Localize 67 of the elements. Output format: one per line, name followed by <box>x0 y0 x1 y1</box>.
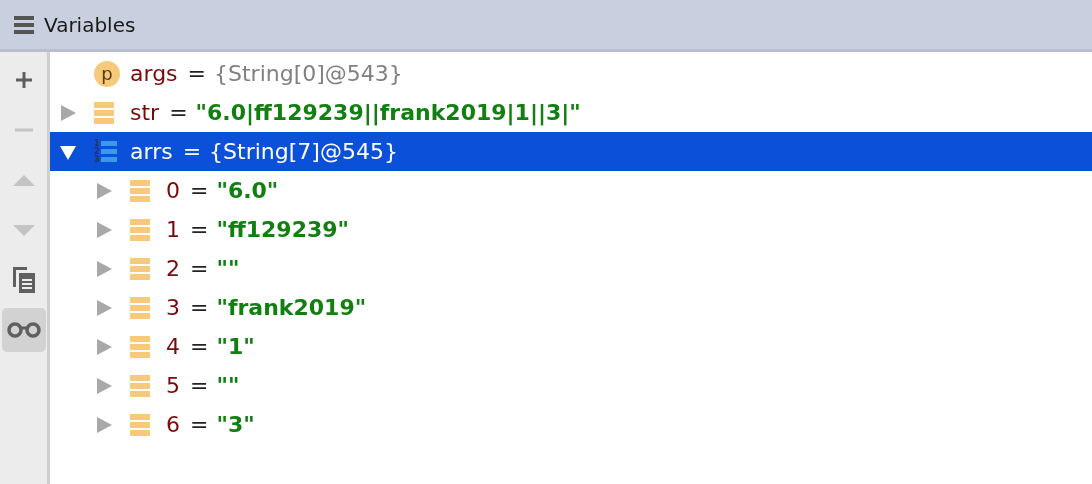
equals-sign: = <box>190 333 209 361</box>
variable-name: args <box>130 60 178 88</box>
remove-icon <box>14 128 33 132</box>
expand-arrow-icon[interactable] <box>60 104 76 121</box>
variable-value: "6.0" <box>216 177 279 205</box>
variable-value: "" <box>216 372 240 400</box>
variable-name: arrs <box>130 138 173 166</box>
variable-row[interactable]: 3 = "frank2019" <box>50 288 1092 327</box>
variable-row[interactable]: 5 = "" <box>50 366 1092 405</box>
variable-row[interactable]: 4 = "1" <box>50 327 1092 366</box>
variable-name: 0 <box>166 177 180 205</box>
variable-row[interactable]: 1 = "ff129239" <box>50 210 1092 249</box>
collapse-arrow-icon[interactable] <box>60 143 76 160</box>
equals-sign: = <box>190 411 209 439</box>
equals-sign: = <box>169 99 188 127</box>
equals-sign: = <box>190 372 209 400</box>
variable-name: 3 <box>166 294 180 322</box>
expand-arrow-icon[interactable] <box>96 299 112 316</box>
expand-arrow-icon[interactable] <box>96 338 112 355</box>
variable-row[interactable]: 2 = "" <box>50 249 1092 288</box>
variable-name: 6 <box>166 411 180 439</box>
up-icon <box>12 174 35 186</box>
field-icon <box>130 335 150 358</box>
variable-value: "6.0|ff129239||frank2019|1||3|" <box>195 99 581 128</box>
variable-name: 4 <box>166 333 180 361</box>
variable-name: 2 <box>166 255 180 283</box>
expand-arrow-icon[interactable] <box>96 221 112 238</box>
field-icon <box>94 101 114 124</box>
equals-sign: = <box>187 60 206 88</box>
expand-arrow-icon[interactable] <box>96 260 112 277</box>
equals-sign: = <box>190 255 209 283</box>
variable-value: "ff129239" <box>216 216 350 244</box>
field-icon <box>130 218 150 241</box>
equals-sign: = <box>190 177 209 205</box>
field-icon <box>130 179 150 202</box>
variable-row[interactable]: p args = {String[0]@543} <box>50 54 1092 93</box>
variable-value: "3" <box>216 411 255 439</box>
field-icon <box>130 374 150 397</box>
copy-icon <box>12 267 35 293</box>
watches-button[interactable] <box>1 308 46 352</box>
variable-value: {String[0]@543} <box>214 60 403 88</box>
expand-arrow-icon[interactable] <box>96 182 112 199</box>
variable-value: "1" <box>216 333 255 361</box>
expand-arrow-icon[interactable] <box>96 416 112 433</box>
field-icon <box>130 296 150 319</box>
variable-row[interactable]: 1 2 3 arrs = {String[7]@545} <box>50 132 1092 171</box>
variable-value: {String[7]@545} <box>209 138 398 166</box>
variable-row[interactable]: str = "6.0|ff129239||frank2019|1||3|" <box>50 93 1092 132</box>
variable-name: str <box>130 99 160 127</box>
variable-row[interactable]: 0 = "6.0" <box>50 171 1092 210</box>
panel-title: Variables <box>44 11 136 39</box>
equals-sign: = <box>190 294 209 322</box>
variable-name: 5 <box>166 372 180 400</box>
field-icon <box>130 257 150 280</box>
variable-name: 1 <box>166 216 180 244</box>
variable-value: "" <box>216 255 240 283</box>
glasses-icon <box>6 322 41 338</box>
field-icon <box>130 413 150 436</box>
menu-icon[interactable] <box>14 14 34 35</box>
parameter-icon: p <box>94 60 120 87</box>
add-icon <box>14 71 33 89</box>
equals-sign: = <box>182 138 202 166</box>
variable-value: "frank2019" <box>216 294 367 322</box>
down-icon <box>12 224 35 236</box>
equals-sign: = <box>190 216 209 244</box>
expand-arrow-icon[interactable] <box>96 377 112 394</box>
variable-row[interactable]: 6 = "3" <box>50 405 1092 444</box>
